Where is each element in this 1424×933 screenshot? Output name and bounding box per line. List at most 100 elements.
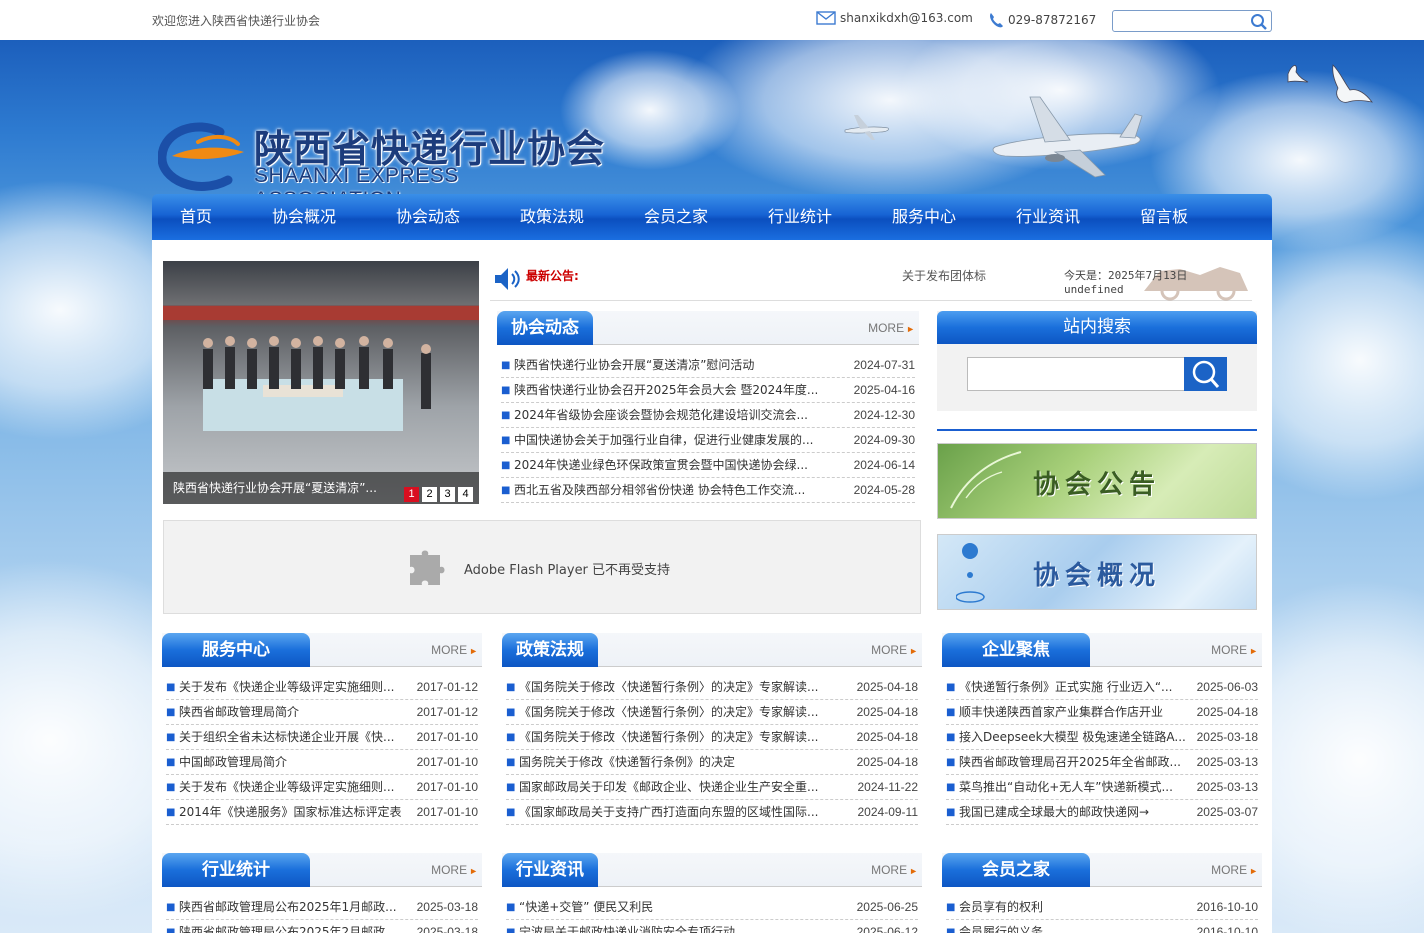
section-head: 企业聚焦 MORE ► [942,633,1262,667]
list-item[interactable]: ■ 2024年省级协会座谈会暨协会规范化建设培训交流会... 2024-12-30 [501,403,915,428]
nav-message-board[interactable]: 留言板 [1140,194,1220,240]
news-list: ■ 会员享有的权利 2016-10-10 ■ 会员履行的义务 2016-10-10 [942,887,1262,933]
section-title[interactable]: 协会动态 [497,311,593,345]
more-link[interactable]: MORE ► [431,863,478,877]
list-item[interactable]: ■ 陕西省邮政管理局公布2025年2月邮政... 2025-03-18 [166,920,478,933]
list-item[interactable]: ■ 《国务院关于修改〈快递暂行条例〉的决定》专家解读... 2025-04-18 [506,725,918,750]
nav-policy[interactable]: 政策法规 [520,194,644,240]
list-item[interactable]: ■ 西北五省及陕西部分相邻省份快递 协会特色工作交流... 2024-05-28 [501,478,915,503]
list-item[interactable]: ■ 2014年《快递服务》国家标准达标评定表 2017-01-10 [166,800,478,825]
news-list: ■ 陕西省邮政管理局公布2025年1月邮政... 2025-03-18 ■ 陕西省邮政… [162,887,482,933]
site-search-button[interactable] [1184,357,1227,391]
section-title[interactable]: 服务中心 [162,633,310,667]
list-item[interactable]: ■ 关于发布《快递企业等级评定实施细则... 2017-01-12 [166,675,478,700]
more-link[interactable]: MORE ► [431,643,478,657]
slider-dot-1[interactable]: 1 [404,487,419,502]
divider [937,429,1257,431]
list-item[interactable]: ■ 中国邮政管理局简介 2017-01-10 [166,750,478,775]
slider-dot-4[interactable]: 4 [458,487,473,502]
announcement-banner[interactable]: 协会公告 [937,443,1257,519]
about-banner-label: 协会概况 [1032,561,1161,591]
more-link[interactable]: MORE ► [1211,863,1258,877]
list-item[interactable]: ■ 关于组织全省未达标快递企业开展《快... 2017-01-10 [166,725,478,750]
list-item[interactable]: ■ 陕西省邮政管理局公布2025年1月邮政... 2025-03-18 [166,895,478,920]
list-item[interactable]: ■ 宁波局关于邮政快递业消防安全专项行动... 2025-06-12 [506,920,918,933]
list-item[interactable]: ■ 《国家邮政局关于支持广西打造面向东盟的区域性国际... 2024-09-11 [506,800,918,825]
list-item[interactable]: ■ 国家邮政局关于印发《邮政企业、快递企业生产安全重... 2024-11-22 [506,775,918,800]
more-link[interactable]: MORE ► [1211,643,1258,657]
top-search-input[interactable] [1117,11,1247,31]
section-title[interactable]: 行业统计 [162,853,310,887]
list-item[interactable]: ■ 国务院关于修改《快递暂行条例》的决定 2025-04-18 [506,750,918,775]
section-title[interactable]: 企业聚焦 [942,633,1090,667]
speaker-icon [495,268,520,290]
list-item[interactable]: ■ 中国快递协会关于加强行业自律，促进行业健康发展的... 2024-09-30 [501,428,915,453]
site-search-input[interactable] [967,357,1185,391]
slider-photo [163,261,479,504]
section-title[interactable]: 政策法规 [502,633,598,667]
top-bar: 欢迎您进入陕西省快递行业协会 shanxikdxh@163.com 029-87… [0,0,1424,40]
more-link[interactable]: MORE ► [871,863,918,877]
section-title[interactable]: 行业资讯 [502,853,598,887]
more-link[interactable]: MORE ► [871,643,918,657]
slider-dot-2[interactable]: 2 [422,487,437,502]
list-item[interactable]: ■ 会员履行的义务 2016-10-10 [946,920,1258,933]
logo-emblem-icon [158,122,244,191]
list-item[interactable]: ■ 《国务院关于修改〈快递暂行条例〉的决定》专家解读... 2025-04-18 [506,675,918,700]
notice-bar: 最新公告: 关于发布团体标 今天是：2025年7月13日 undefined [490,261,1252,301]
welcome-text: 欢迎您进入陕西省快递行业协会 [152,14,321,28]
nav-industry-info[interactable]: 行业资讯 [1016,194,1140,240]
site-search-title: 站内搜索 [937,311,1257,344]
search-icon[interactable] [1250,13,1268,31]
list-item[interactable]: ■ “快递+交管” 便民又利民 2025-06-25 [506,895,918,920]
list-item[interactable]: ■ 2024年快递业绿色环保政策宣贯会暨中国快递协会绿... 2024-06-14 [501,453,915,478]
more-link[interactable]: MORE ► [868,321,915,335]
list-item[interactable]: ■ 我国已建成全球最大的邮政快递网→ 2025-03-07 [946,800,1258,825]
list-item[interactable]: ■ 关于发布《快递企业等级评定实施细则... 2017-01-10 [166,775,478,800]
list-item[interactable]: ■ 接入Deepseek大模型 极兔速递全链路A... 2025-03-18 [946,725,1258,750]
list-item[interactable]: ■ 《快递暂行条例》正式实施 行业迈入“... 2025-06-03 [946,675,1258,700]
list-item[interactable]: ■ 《国务院关于修改〈快递暂行条例〉的决定》专家解读... 2025-04-18 [506,700,918,725]
airplane-small-icon [844,115,889,140]
site-logo[interactable]: 陕西省快递行业协会 SHAANXI EXPRESS ASSOCIATION [158,118,608,211]
section-head: 行业统计 MORE ► [162,853,482,887]
list-item[interactable]: ■ 陕西省快递行业协会召开2025年会员大会 暨2024年度... 2025-04-… [501,378,915,403]
notice-label: 最新公告: [526,269,579,283]
section-industry-info: 行业资讯 MORE ► ■ “快递+交管” 便民又利民 2025-06-25 ■ 宁波局… [502,853,922,933]
about-banner[interactable]: 协会概况 [937,534,1257,610]
seagull-icon [1287,64,1373,103]
notice-marquee[interactable]: 关于发布团体标 [902,267,988,284]
section-head: 行业资讯 MORE ► [502,853,922,887]
nav-members[interactable]: 会员之家 [644,194,768,240]
section-policy: 政策法规 MORE ► ■ 《国务院关于修改〈快递暂行条例〉的决定》专家解读... 2… [502,633,922,825]
nav-service[interactable]: 服务中心 [892,194,1016,240]
airplane-large-icon [992,96,1143,178]
section-head: 服务中心 MORE ► [162,633,482,667]
slider-dot-3[interactable]: 3 [440,487,455,502]
list-item[interactable]: ■ 陕西省邮政管理局简介 2017-01-12 [166,700,478,725]
nav-news[interactable]: 协会动态 [396,194,520,240]
section-enterprise-focus: 企业聚焦 MORE ► ■ 《快递暂行条例》正式实施 行业迈入“... 2025-06… [942,633,1262,825]
mail-icon [816,11,836,25]
section-members-home: 会员之家 MORE ► ■ 会员享有的权利 2016-10-10 ■ 会员履行的义务 20… [942,853,1262,933]
section-service-center: 服务中心 MORE ► ■ 关于发布《快递企业等级评定实施细则... 2017-01-… [162,633,482,825]
phone-text: 029-87872167 [1008,13,1097,27]
nav-statistics[interactable]: 行业统计 [768,194,892,240]
section-association-news: 协会动态 MORE ► ■ 陕西省快递行业协会开展“夏送清凉”慰问活动 2024-07… [497,311,919,503]
email-contact[interactable]: shanxikdxh@163.com [816,11,973,25]
list-item[interactable]: ■ 顺丰快递陕西首家产业集群合作店开业 2025-04-18 [946,700,1258,725]
section-title[interactable]: 会员之家 [942,853,1090,887]
main-nav: 首页 协会概况 协会动态 政策法规 会员之家 行业统计 服务中心 行业资讯 留言… [152,194,1272,240]
email-text: shanxikdxh@163.com [840,11,973,25]
section-head: 政策法规 MORE ► [502,633,922,667]
list-item[interactable]: ■ 菜鸟推出“自动化+无人车”快递新模式... 2025-03-13 [946,775,1258,800]
nav-about[interactable]: 协会概况 [272,194,396,240]
main-content: 陕西省快递行业协会开展“夏送清凉”... 1 2 3 4 最新公告: 关于发布团… [152,240,1272,933]
search-icon [1192,360,1220,388]
announcement-banner-label: 协会公告 [1032,470,1161,500]
list-item[interactable]: ■ 陕西省邮政管理局召开2025年全省邮政... 2025-03-13 [946,750,1258,775]
nav-home[interactable]: 首页 [180,194,272,240]
photo-slider[interactable]: 陕西省快递行业协会开展“夏送清凉”... 1 2 3 4 [163,261,479,504]
list-item[interactable]: ■ 会员享有的权利 2016-10-10 [946,895,1258,920]
list-item[interactable]: ■ 陕西省快递行业协会开展“夏送清凉”慰问活动 2024-07-31 [501,353,915,378]
